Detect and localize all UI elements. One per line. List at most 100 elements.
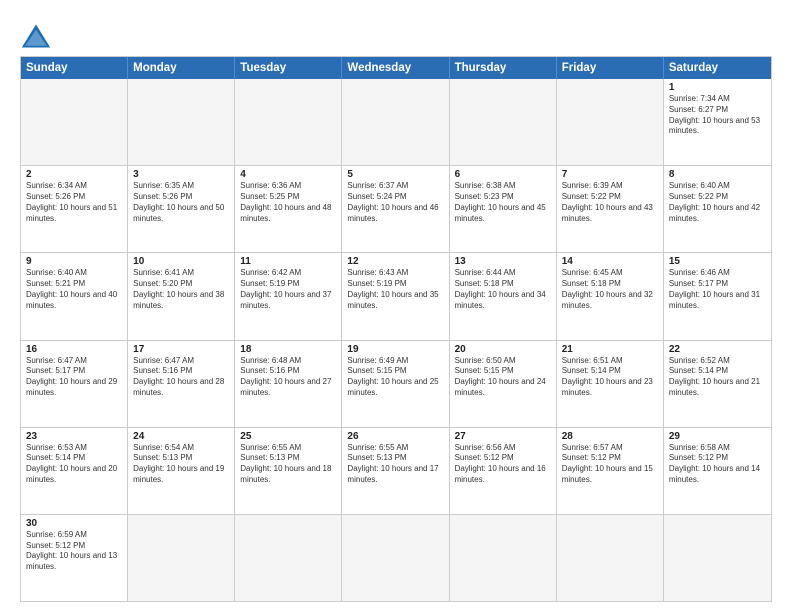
cell-info: Sunrise: 6:38 AM Sunset: 5:23 PM Dayligh… xyxy=(455,181,551,224)
calendar-cell: 14Sunrise: 6:45 AM Sunset: 5:18 PM Dayli… xyxy=(557,253,664,339)
day-number: 17 xyxy=(133,344,229,355)
calendar-cell: 3Sunrise: 6:35 AM Sunset: 5:26 PM Daylig… xyxy=(128,166,235,252)
calendar-cell: 5Sunrise: 6:37 AM Sunset: 5:24 PM Daylig… xyxy=(342,166,449,252)
calendar-cell xyxy=(450,515,557,601)
calendar-header-cell: Monday xyxy=(128,57,235,79)
cell-info: Sunrise: 6:58 AM Sunset: 5:12 PM Dayligh… xyxy=(669,443,766,486)
day-number: 5 xyxy=(347,169,443,180)
calendar-cell xyxy=(128,79,235,165)
calendar-cell xyxy=(235,515,342,601)
day-number: 2 xyxy=(26,169,122,180)
day-number: 23 xyxy=(26,431,122,442)
calendar-cell: 9Sunrise: 6:40 AM Sunset: 5:21 PM Daylig… xyxy=(21,253,128,339)
calendar-cell: 25Sunrise: 6:55 AM Sunset: 5:13 PM Dayli… xyxy=(235,428,342,514)
day-number: 9 xyxy=(26,256,122,267)
header xyxy=(20,18,772,50)
page: SundayMondayTuesdayWednesdayThursdayFrid… xyxy=(0,0,792,612)
cell-info: Sunrise: 7:34 AM Sunset: 6:27 PM Dayligh… xyxy=(669,94,766,137)
cell-info: Sunrise: 6:43 AM Sunset: 5:19 PM Dayligh… xyxy=(347,268,443,311)
calendar-cell: 19Sunrise: 6:49 AM Sunset: 5:15 PM Dayli… xyxy=(342,341,449,427)
calendar-cell: 4Sunrise: 6:36 AM Sunset: 5:25 PM Daylig… xyxy=(235,166,342,252)
calendar-row: 23Sunrise: 6:53 AM Sunset: 5:14 PM Dayli… xyxy=(21,427,771,514)
calendar-cell: 22Sunrise: 6:52 AM Sunset: 5:14 PM Dayli… xyxy=(664,341,771,427)
cell-info: Sunrise: 6:51 AM Sunset: 5:14 PM Dayligh… xyxy=(562,356,658,399)
cell-info: Sunrise: 6:56 AM Sunset: 5:12 PM Dayligh… xyxy=(455,443,551,486)
day-number: 29 xyxy=(669,431,766,442)
calendar-cell: 20Sunrise: 6:50 AM Sunset: 5:15 PM Dayli… xyxy=(450,341,557,427)
calendar-cell: 7Sunrise: 6:39 AM Sunset: 5:22 PM Daylig… xyxy=(557,166,664,252)
calendar-header-cell: Wednesday xyxy=(342,57,449,79)
calendar-cell xyxy=(342,515,449,601)
day-number: 7 xyxy=(562,169,658,180)
day-number: 13 xyxy=(455,256,551,267)
cell-info: Sunrise: 6:47 AM Sunset: 5:16 PM Dayligh… xyxy=(133,356,229,399)
cell-info: Sunrise: 6:55 AM Sunset: 5:13 PM Dayligh… xyxy=(240,443,336,486)
cell-info: Sunrise: 6:57 AM Sunset: 5:12 PM Dayligh… xyxy=(562,443,658,486)
day-number: 24 xyxy=(133,431,229,442)
cell-info: Sunrise: 6:41 AM Sunset: 5:20 PM Dayligh… xyxy=(133,268,229,311)
calendar-cell: 21Sunrise: 6:51 AM Sunset: 5:14 PM Dayli… xyxy=(557,341,664,427)
calendar-cell: 15Sunrise: 6:46 AM Sunset: 5:17 PM Dayli… xyxy=(664,253,771,339)
cell-info: Sunrise: 6:49 AM Sunset: 5:15 PM Dayligh… xyxy=(347,356,443,399)
calendar-cell xyxy=(21,79,128,165)
cell-info: Sunrise: 6:50 AM Sunset: 5:15 PM Dayligh… xyxy=(455,356,551,399)
cell-info: Sunrise: 6:37 AM Sunset: 5:24 PM Dayligh… xyxy=(347,181,443,224)
day-number: 11 xyxy=(240,256,336,267)
day-number: 12 xyxy=(347,256,443,267)
calendar-cell xyxy=(450,79,557,165)
calendar-cell xyxy=(235,79,342,165)
calendar-cell: 2Sunrise: 6:34 AM Sunset: 5:26 PM Daylig… xyxy=(21,166,128,252)
cell-info: Sunrise: 6:48 AM Sunset: 5:16 PM Dayligh… xyxy=(240,356,336,399)
cell-info: Sunrise: 6:35 AM Sunset: 5:26 PM Dayligh… xyxy=(133,181,229,224)
cell-info: Sunrise: 6:44 AM Sunset: 5:18 PM Dayligh… xyxy=(455,268,551,311)
day-number: 21 xyxy=(562,344,658,355)
calendar-cell: 30Sunrise: 6:59 AM Sunset: 5:12 PM Dayli… xyxy=(21,515,128,601)
day-number: 15 xyxy=(669,256,766,267)
calendar-cell: 16Sunrise: 6:47 AM Sunset: 5:17 PM Dayli… xyxy=(21,341,128,427)
calendar-header-cell: Tuesday xyxy=(235,57,342,79)
calendar-cell: 6Sunrise: 6:38 AM Sunset: 5:23 PM Daylig… xyxy=(450,166,557,252)
cell-info: Sunrise: 6:45 AM Sunset: 5:18 PM Dayligh… xyxy=(562,268,658,311)
calendar-body: 1Sunrise: 7:34 AM Sunset: 6:27 PM Daylig… xyxy=(21,79,771,601)
day-number: 20 xyxy=(455,344,551,355)
calendar-row: 2Sunrise: 6:34 AM Sunset: 5:26 PM Daylig… xyxy=(21,165,771,252)
calendar-cell: 17Sunrise: 6:47 AM Sunset: 5:16 PM Dayli… xyxy=(128,341,235,427)
day-number: 10 xyxy=(133,256,229,267)
calendar-cell: 28Sunrise: 6:57 AM Sunset: 5:12 PM Dayli… xyxy=(557,428,664,514)
day-number: 3 xyxy=(133,169,229,180)
day-number: 18 xyxy=(240,344,336,355)
calendar-cell: 27Sunrise: 6:56 AM Sunset: 5:12 PM Dayli… xyxy=(450,428,557,514)
day-number: 30 xyxy=(26,518,122,529)
cell-info: Sunrise: 6:55 AM Sunset: 5:13 PM Dayligh… xyxy=(347,443,443,486)
calendar-cell xyxy=(128,515,235,601)
calendar-cell: 23Sunrise: 6:53 AM Sunset: 5:14 PM Dayli… xyxy=(21,428,128,514)
day-number: 8 xyxy=(669,169,766,180)
cell-info: Sunrise: 6:40 AM Sunset: 5:21 PM Dayligh… xyxy=(26,268,122,311)
calendar-cell: 12Sunrise: 6:43 AM Sunset: 5:19 PM Dayli… xyxy=(342,253,449,339)
calendar-cell: 18Sunrise: 6:48 AM Sunset: 5:16 PM Dayli… xyxy=(235,341,342,427)
cell-info: Sunrise: 6:42 AM Sunset: 5:19 PM Dayligh… xyxy=(240,268,336,311)
calendar-header-cell: Friday xyxy=(557,57,664,79)
calendar-header-row: SundayMondayTuesdayWednesdayThursdayFrid… xyxy=(21,57,771,79)
calendar-cell xyxy=(557,79,664,165)
cell-info: Sunrise: 6:40 AM Sunset: 5:22 PM Dayligh… xyxy=(669,181,766,224)
day-number: 4 xyxy=(240,169,336,180)
calendar-cell: 13Sunrise: 6:44 AM Sunset: 5:18 PM Dayli… xyxy=(450,253,557,339)
calendar-cell xyxy=(342,79,449,165)
cell-info: Sunrise: 6:34 AM Sunset: 5:26 PM Dayligh… xyxy=(26,181,122,224)
day-number: 1 xyxy=(669,82,766,93)
calendar-row: 30Sunrise: 6:59 AM Sunset: 5:12 PM Dayli… xyxy=(21,514,771,601)
cell-info: Sunrise: 6:36 AM Sunset: 5:25 PM Dayligh… xyxy=(240,181,336,224)
calendar-cell: 29Sunrise: 6:58 AM Sunset: 5:12 PM Dayli… xyxy=(664,428,771,514)
calendar-cell xyxy=(664,515,771,601)
day-number: 6 xyxy=(455,169,551,180)
day-number: 25 xyxy=(240,431,336,442)
calendar-cell: 10Sunrise: 6:41 AM Sunset: 5:20 PM Dayli… xyxy=(128,253,235,339)
calendar-cell: 26Sunrise: 6:55 AM Sunset: 5:13 PM Dayli… xyxy=(342,428,449,514)
calendar-cell: 24Sunrise: 6:54 AM Sunset: 5:13 PM Dayli… xyxy=(128,428,235,514)
calendar-header-cell: Thursday xyxy=(450,57,557,79)
day-number: 19 xyxy=(347,344,443,355)
calendar-header-cell: Sunday xyxy=(21,57,128,79)
day-number: 16 xyxy=(26,344,122,355)
day-number: 14 xyxy=(562,256,658,267)
